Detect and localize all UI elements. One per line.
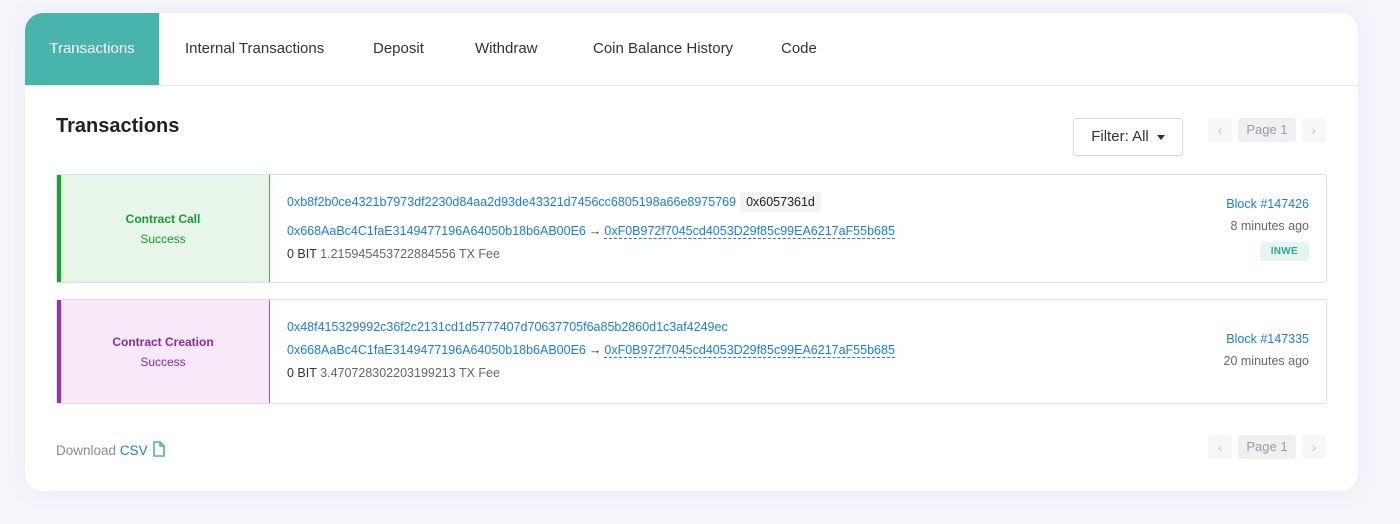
transaction-hash-link[interactable]: 0x48f415329992c36f2c2131cd1d5777407d7063… <box>287 320 728 334</box>
transaction-age: 20 minutes ago <box>1223 354 1309 368</box>
method-badge: 0x6057361d <box>740 192 821 212</box>
chevron-left-icon[interactable]: ‹ <box>1208 435 1232 459</box>
transaction-fee: 1.215945453722884556 TX Fee <box>320 247 500 261</box>
page-title: Transactions <box>56 115 180 137</box>
arrow-right-icon: → <box>588 343 602 357</box>
chevron-right-icon[interactable]: › <box>1302 435 1326 459</box>
tab-withdraw[interactable]: Withdraw <box>475 13 538 85</box>
transaction-hash-link[interactable]: 0xb8f2b0ce4321b7973df2230d84aa2d93de4332… <box>287 195 736 209</box>
from-address-link[interactable]: 0x668AaBc4C1faE3149477196A64050b18b6AB00… <box>287 343 586 357</box>
pagination-top: ‹ Page 1 › <box>1208 118 1328 142</box>
transaction-result: Success <box>140 354 186 369</box>
status-bar <box>57 175 61 282</box>
chevron-right-icon[interactable]: › <box>1302 118 1326 142</box>
transaction-tag: INWE <box>1259 242 1309 261</box>
arrow-right-icon: → <box>588 224 602 238</box>
from-address-link[interactable]: 0x668AaBc4C1faE3149477196A64050b18b6AB00… <box>287 224 586 238</box>
download-label: Download <box>56 443 117 458</box>
transaction-row: Contract Call Success 0xb8f2b0ce4321b797… <box>56 174 1327 283</box>
tab-coin-balance-history[interactable]: Coin Balance History <box>593 13 733 85</box>
transaction-meta: Block #147426 8 minutes ago INWE <box>1226 197 1309 261</box>
tab-code[interactable]: Code <box>781 13 817 85</box>
file-icon[interactable] <box>152 441 166 460</box>
tab-internal-transactions[interactable]: Internal Transactions <box>185 13 324 85</box>
transaction-row: Contract Creation Success 0x48f415329992… <box>56 299 1327 404</box>
block-link[interactable]: Block #147426 <box>1226 197 1309 211</box>
page-indicator: Page 1 <box>1238 118 1296 142</box>
transaction-type: Contract Creation <box>112 334 214 349</box>
pagination-bottom: ‹ Page 1 › <box>1208 435 1328 459</box>
transaction-meta: Block #147335 20 minutes ago <box>1224 332 1309 368</box>
status-bar <box>57 300 61 403</box>
caret-down-icon <box>1156 134 1165 140</box>
to-address-link[interactable]: 0xF0B972f7045cd4053D29f85c99EA6217aF55b6… <box>604 343 895 358</box>
to-address-link[interactable]: 0xF0B972f7045cd4053D29f85c99EA6217aF55b6… <box>604 224 895 239</box>
download-csv: Download CSV <box>56 441 166 460</box>
tab-deposit[interactable]: Deposit <box>373 13 424 85</box>
filter-dropdown[interactable]: Filter: All <box>1073 118 1183 156</box>
transactions-card: Transactions Internal Transactions Depos… <box>25 13 1358 491</box>
transaction-status: Contract Creation Success <box>57 300 270 403</box>
transaction-fee: 3.470728302203199213 TX Fee <box>320 366 500 380</box>
tab-transactions[interactable]: Transactions <box>25 13 159 85</box>
transaction-value: 0 BIT <box>287 366 317 380</box>
transaction-value: 0 BIT <box>287 247 317 261</box>
transaction-age: 8 minutes ago <box>1230 219 1309 233</box>
download-csv-link[interactable]: CSV <box>120 443 148 458</box>
transaction-result: Success <box>140 231 186 246</box>
transaction-status: Contract Call Success <box>57 175 270 282</box>
page-indicator: Page 1 <box>1238 435 1296 459</box>
block-link[interactable]: Block #147335 <box>1224 332 1309 346</box>
tab-bar: Transactions Internal Transactions Depos… <box>25 13 1358 86</box>
transaction-type: Contract Call <box>125 211 201 226</box>
filter-label: Filter: All <box>1091 128 1149 145</box>
chevron-left-icon[interactable]: ‹ <box>1208 118 1232 142</box>
